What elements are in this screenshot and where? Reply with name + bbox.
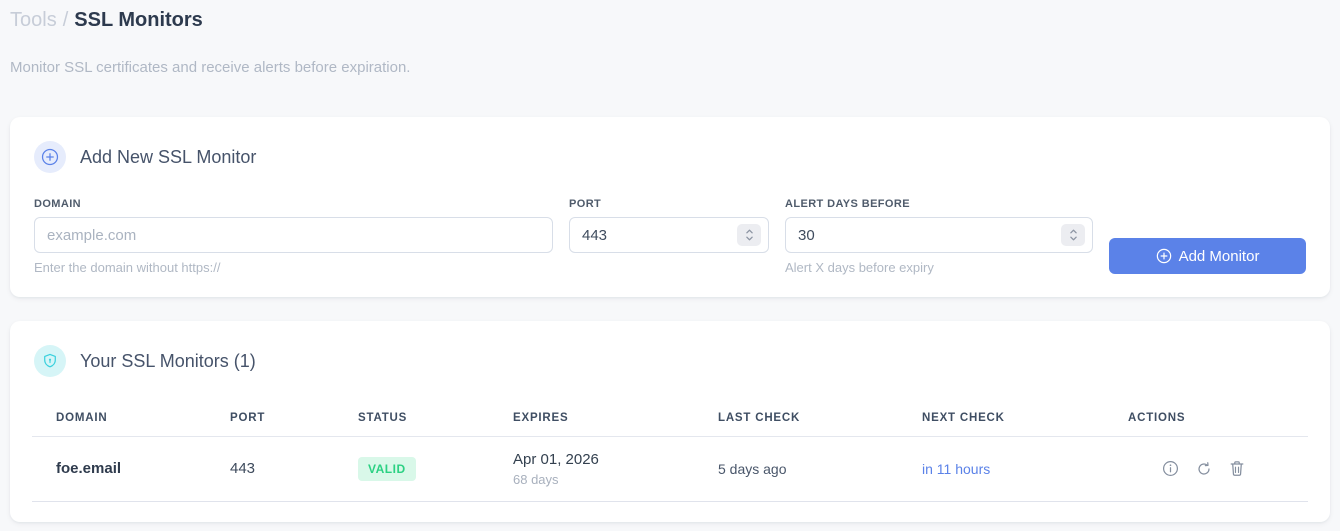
table-row: foe.email 443 VALID Apr 01, 2026 68 days… xyxy=(32,436,1308,502)
col-header-next-check: NEXT CHECK xyxy=(922,401,1128,437)
add-monitor-button-label: Add Monitor xyxy=(1178,247,1260,265)
monitor-last-check: 5 days ago xyxy=(718,436,922,502)
breadcrumb-tools[interactable]: Tools xyxy=(10,9,57,31)
monitor-domain: foe.email xyxy=(32,436,230,502)
add-monitor-card: Add New SSL Monitor DOMAIN Enter the dom… xyxy=(10,117,1330,297)
col-header-last-check: LAST CHECK xyxy=(718,401,922,437)
col-header-port: PORT xyxy=(230,401,358,437)
monitors-card: Your SSL Monitors (1) DOMAIN PORT STATUS… xyxy=(10,321,1330,522)
plus-circle-icon xyxy=(34,141,66,173)
breadcrumb-separator: / xyxy=(62,9,69,31)
expires-days: 68 days xyxy=(513,471,559,487)
col-header-domain: DOMAIN xyxy=(32,401,230,437)
page-title: SSL Monitors xyxy=(74,9,203,31)
shield-icon xyxy=(34,345,66,377)
plus-circle-icon xyxy=(1156,248,1172,264)
trash-icon[interactable] xyxy=(1229,460,1245,477)
monitor-status-cell: VALID xyxy=(358,436,513,502)
table-header-row: DOMAIN PORT STATUS EXPIRES LAST CHECK NE… xyxy=(32,401,1308,437)
ssl-monitors-page: Tools / SSL Monitors Monitor SSL certifica… xyxy=(0,0,1340,522)
add-monitor-button[interactable]: Add Monitor xyxy=(1109,238,1306,274)
domain-label: DOMAIN xyxy=(34,198,82,210)
domain-input[interactable] xyxy=(34,217,553,253)
monitors-title: Your SSL Monitors (1) xyxy=(80,350,256,371)
col-header-actions: ACTIONS xyxy=(1128,401,1308,437)
monitor-expires-cell: Apr 01, 2026 68 days xyxy=(513,436,718,502)
add-monitor-form: DOMAIN Enter the domain without https://… xyxy=(34,197,1306,275)
alert-days-label: ALERT DAYS BEFORE xyxy=(785,198,910,210)
monitor-port: 443 xyxy=(230,436,358,502)
port-field-group: PORT xyxy=(569,197,769,253)
alert-days-input[interactable] xyxy=(785,217,1093,253)
expires-date: Apr 01, 2026 xyxy=(513,450,599,468)
col-header-status: STATUS xyxy=(358,401,513,437)
domain-helper: Enter the domain without https:// xyxy=(34,260,221,275)
info-icon[interactable] xyxy=(1162,460,1179,477)
monitors-header: Your SSL Monitors (1) xyxy=(10,345,1330,377)
alert-days-field-group: ALERT DAYS BEFORE Alert X days before ex… xyxy=(785,197,1093,275)
monitor-actions-cell xyxy=(1128,436,1308,502)
refresh-icon[interactable] xyxy=(1196,461,1212,477)
alert-days-stepper[interactable] xyxy=(1061,224,1085,246)
col-header-expires: EXPIRES xyxy=(513,401,718,437)
status-badge: VALID xyxy=(358,456,416,481)
breadcrumb: Tools / SSL Monitors xyxy=(10,8,1330,32)
add-monitor-title: Add New SSL Monitor xyxy=(80,146,257,167)
port-stepper[interactable] xyxy=(737,224,761,246)
port-label: PORT xyxy=(569,198,602,210)
monitor-next-check: in 11 hours xyxy=(922,436,1128,502)
alert-days-helper: Alert X days before expiry xyxy=(785,260,934,275)
domain-field-group: DOMAIN Enter the domain without https:// xyxy=(34,197,553,275)
add-monitor-header: Add New SSL Monitor xyxy=(34,141,1306,173)
page-subtitle: Monitor SSL certificates and receive ale… xyxy=(10,59,411,76)
monitors-table: DOMAIN PORT STATUS EXPIRES LAST CHECK NE… xyxy=(32,401,1308,502)
